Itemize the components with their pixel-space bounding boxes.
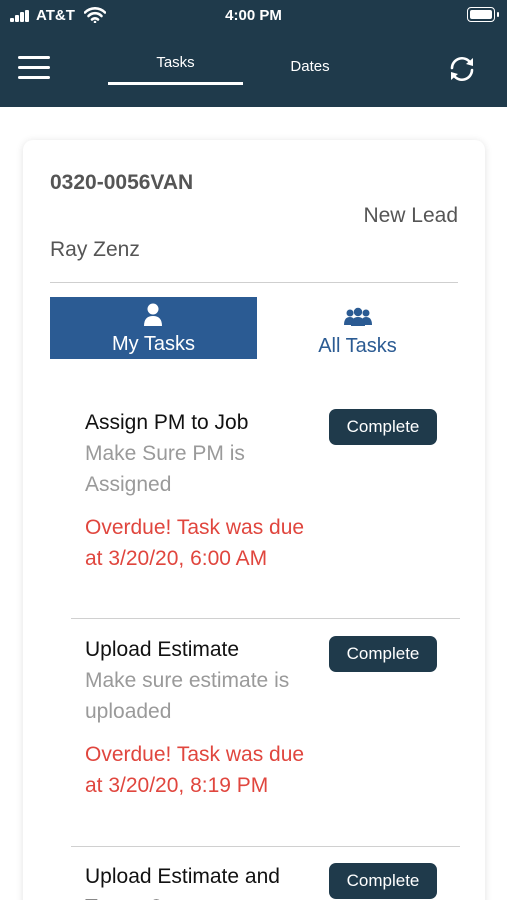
menu-button[interactable] xyxy=(18,56,50,80)
active-tab-indicator xyxy=(108,82,243,85)
group-icon xyxy=(344,307,372,326)
status-time: 4:00 PM xyxy=(225,7,282,24)
task-description: Make sure estimate is uploaded xyxy=(85,669,290,723)
complete-button[interactable]: Complete xyxy=(329,863,437,899)
tab-tasks[interactable]: Tasks xyxy=(108,54,243,85)
refresh-icon[interactable] xyxy=(446,55,478,83)
task-item: Upload Estimate and Target Start Complet… xyxy=(71,861,460,900)
task-item: Upload Estimate Make sure estimate is up… xyxy=(71,634,460,844)
my-tasks-button[interactable]: My Tasks xyxy=(50,297,257,359)
all-tasks-button[interactable]: All Tasks xyxy=(257,297,458,359)
task-title: Upload Estimate and Target Start xyxy=(85,865,280,900)
tab-tasks-label: Tasks xyxy=(156,54,195,71)
tab-dates[interactable]: Dates xyxy=(260,58,360,75)
job-status: New Lead xyxy=(363,204,458,227)
person-icon xyxy=(144,303,162,326)
task-title: Upload Estimate xyxy=(85,638,240,661)
app-header: AT&T 4:00 PM Tasks Dates xyxy=(0,0,507,107)
task-overdue-notice: Overdue! Task was due at 3/20/20, 8:19 P… xyxy=(85,743,305,797)
my-tasks-label: My Tasks xyxy=(112,333,195,355)
task-title: Assign PM to Job xyxy=(85,411,249,434)
divider xyxy=(50,282,458,283)
task-item: Assign PM to Job Make Sure PM is Assigne… xyxy=(71,407,460,617)
task-description: Make Sure PM is Assigned xyxy=(85,442,245,496)
battery-icon xyxy=(467,7,499,22)
task-overdue-notice: Overdue! Task was due at 3/20/20, 6:00 A… xyxy=(85,516,305,570)
job-id: 0320-0056VAN xyxy=(50,171,194,194)
all-tasks-label: All Tasks xyxy=(318,335,397,357)
divider xyxy=(71,846,460,847)
complete-button[interactable]: Complete xyxy=(329,409,437,445)
complete-button[interactable]: Complete xyxy=(329,636,437,672)
customer-name: Ray Zenz xyxy=(50,238,140,261)
divider xyxy=(71,618,460,619)
job-card: 0320-0056VAN New Lead Ray Zenz My Tasks … xyxy=(23,140,485,900)
tab-dates-label: Dates xyxy=(290,58,330,75)
status-bar: AT&T 4:00 PM xyxy=(0,0,507,32)
